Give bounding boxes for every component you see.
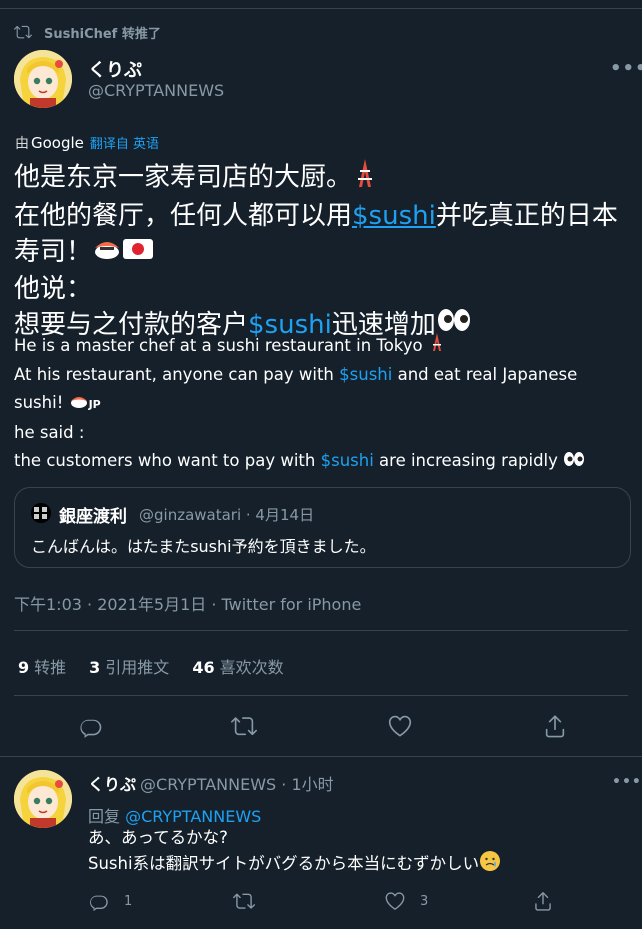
- heart-icon: [385, 892, 405, 910]
- reply-line-1: あ、あってるかな?: [88, 828, 228, 847]
- quoted-text: こんばんは。はたまたsushi予約を頂きました。: [31, 537, 376, 556]
- sushi-emoji: [92, 235, 122, 271]
- reply-avatar-image: [14, 770, 72, 828]
- quotes-stat[interactable]: 3 引用推文: [89, 654, 169, 678]
- retweet-icon: [233, 893, 255, 909]
- reply-like-count: 3: [420, 893, 429, 909]
- reply-reply-count: 1: [124, 893, 133, 909]
- top-divider: [0, 0, 642, 9]
- replying-handle-link[interactable]: @CRYPTANNEWS: [125, 807, 261, 826]
- avatar-image: [14, 50, 72, 108]
- zh-line-3: 他说：: [14, 273, 93, 304]
- en-line-4b: are increasing rapidly: [373, 451, 558, 470]
- translated-from-link[interactable]: 翻译自 英语: [90, 133, 159, 152]
- translated-by-label: 由: [15, 136, 29, 152]
- reply-avatar[interactable]: [14, 770, 72, 828]
- en-line-2a: At his restaurant, anyone can pay with: [14, 365, 340, 384]
- zh-line-1: 他是东京一家寿司店的大厨。: [14, 162, 353, 193]
- tokyo-tower-emoji-small: [428, 332, 446, 361]
- cashtag-sushi-link[interactable]: $sushi: [352, 201, 436, 231]
- reply-like-button[interactable]: 3: [384, 890, 428, 912]
- divider: [14, 695, 628, 696]
- translated-tweet-text: 他是东京一家寿司店的大厨。 在他的餐厅，任何人都可以用$sushi并吃真正的日本…: [14, 158, 626, 343]
- sushi-emoji-small: [69, 390, 89, 418]
- divider: [0, 756, 642, 757]
- cashtag-sushi-link-3[interactable]: $sushi: [339, 365, 392, 384]
- divider: [14, 630, 628, 631]
- retweet-icon[interactable]: [231, 713, 257, 739]
- retweets-label: 转推: [34, 658, 67, 677]
- replying-prefix: 回复: [88, 807, 121, 826]
- reply-header: くりぷ @CRYPTANNEWS · 1小时: [88, 771, 334, 795]
- user-handle[interactable]: @CRYPTANNEWS: [88, 81, 224, 100]
- quoted-avatar: [31, 503, 51, 523]
- en-line-4a: the customers who want to pay with: [14, 451, 321, 470]
- share-icon: [535, 892, 551, 911]
- tearful-face-emoji: [479, 850, 501, 879]
- tokyo-tower-emoji: [352, 158, 378, 198]
- en-line-3: he said :: [14, 423, 85, 442]
- retweet-header-text[interactable]: SushiChef 转推了: [44, 23, 161, 42]
- quoted-display-name: 銀座渡利: [59, 507, 127, 527]
- reply-icon[interactable]: [78, 713, 104, 739]
- replying-to: 回复 @CRYPTANNEWS: [88, 803, 261, 827]
- retweets-count: 9: [18, 658, 30, 677]
- google-logo: Google: [31, 134, 84, 152]
- eyes-emoji-small: [563, 448, 585, 476]
- display-name[interactable]: くりぷ: [88, 56, 142, 82]
- reply-reply-button[interactable]: 1: [88, 890, 132, 912]
- reply-display-name[interactable]: くりぷ: [88, 771, 136, 795]
- engagement-stats: 9 转推 3 引用推文 46 喜欢次数: [18, 654, 307, 678]
- reply-line-2: Sushi系は翻訳サイトがバグるから本当にむずかしい: [88, 854, 480, 873]
- reply-meta[interactable]: @CRYPTANNEWS · 1小时: [140, 771, 334, 795]
- share-icon[interactable]: [542, 713, 568, 739]
- avatar[interactable]: [14, 50, 72, 108]
- quoted-tweet[interactable]: 銀座渡利 @ginzawatari · 4月14日 こんばんは。はたまたsush…: [14, 487, 631, 568]
- likes-label: 喜欢次数: [219, 658, 284, 677]
- reply-retweet-button[interactable]: [233, 890, 269, 912]
- quoted-meta: @ginzawatari · 4月14日: [139, 506, 315, 524]
- reply-icon: [90, 895, 108, 912]
- quotes-count: 3: [89, 658, 101, 677]
- reply-text: あ、あってるかな? Sushi系は翻訳サイトがバグるから本当にむずかしい: [88, 825, 501, 879]
- zh-line-2a: 在他的餐厅，任何人都可以用: [14, 201, 353, 231]
- reply-share-button[interactable]: [532, 890, 568, 912]
- likes-count: 46: [192, 658, 215, 677]
- jp-flag-text: JP: [88, 398, 101, 411]
- japan-flag-emoji: [122, 235, 154, 271]
- more-icon[interactable]: •••: [610, 58, 642, 79]
- retweet-header: SushiChef 转推了: [14, 22, 161, 42]
- en-line-1: He is a master chef at a sushi restauran…: [14, 336, 423, 355]
- cashtag-sushi-link-4[interactable]: $sushi: [321, 451, 374, 470]
- tweet-timestamp[interactable]: 下午1:03 · 2021年5月1日 · Twitter for iPhone: [14, 591, 361, 615]
- more-icon[interactable]: •••: [612, 774, 642, 790]
- likes-stat[interactable]: 46 喜欢次数: [192, 654, 283, 678]
- translation-attribution: 由 Google 翻译自 英语: [15, 133, 159, 153]
- retweets-stat[interactable]: 9 转推: [18, 654, 66, 678]
- original-tweet-text: He is a master chef at a sushi restauran…: [14, 332, 628, 476]
- quotes-label: 引用推文: [105, 658, 170, 677]
- heart-icon[interactable]: [387, 713, 413, 739]
- retweet-icon: [14, 25, 32, 39]
